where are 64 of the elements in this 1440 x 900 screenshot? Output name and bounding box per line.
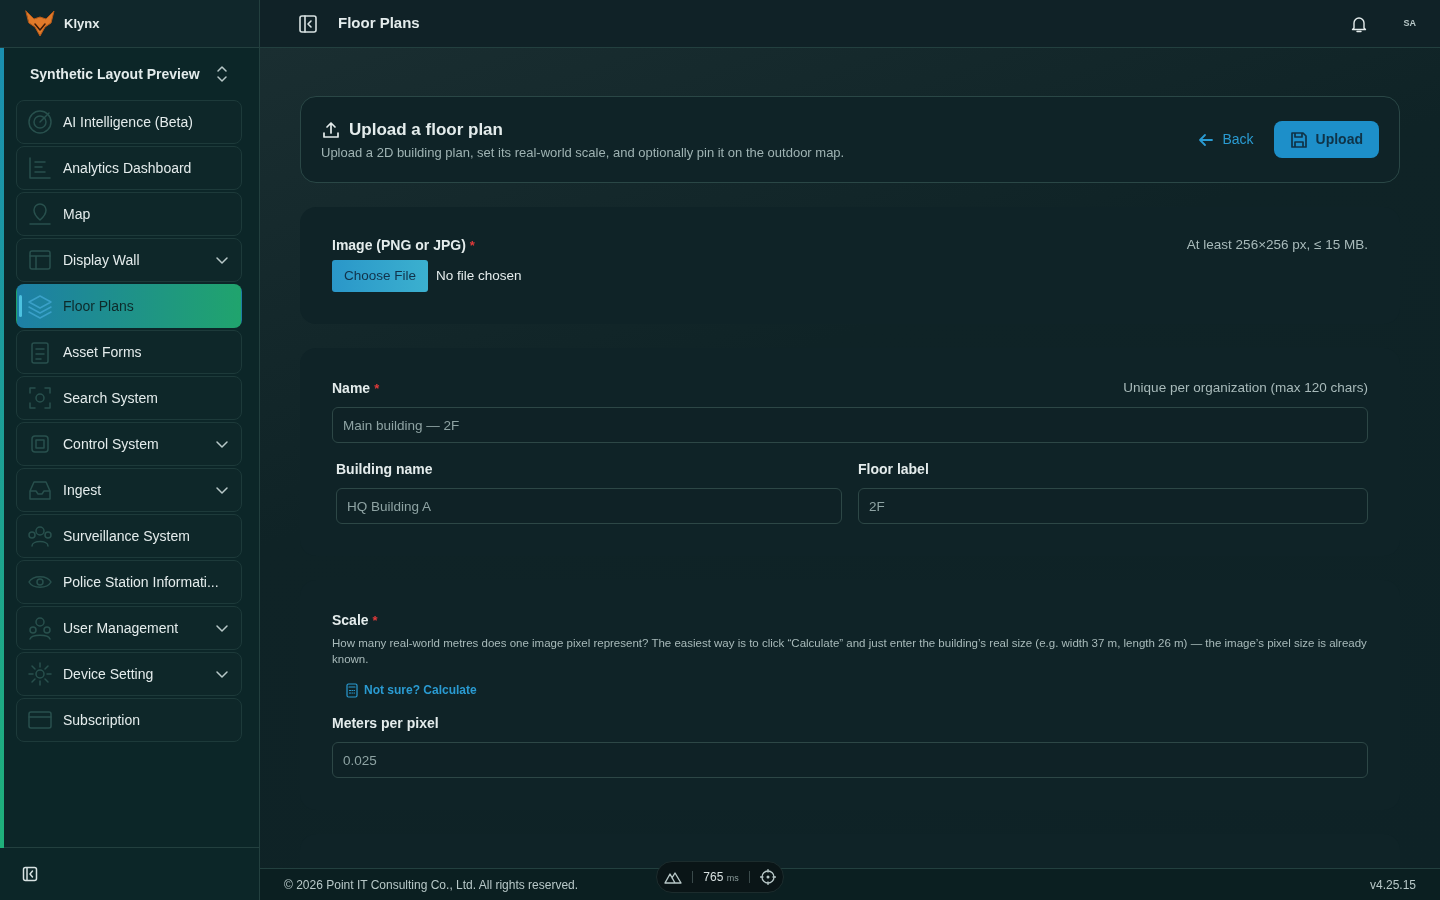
page-title: Floor Plans: [338, 13, 421, 34]
nav-icon: [27, 155, 53, 181]
field-label: Building name: [336, 460, 433, 480]
card-subtitle: Upload a 2D building plan, set its real-world scale, and optionally pin it on the outdoor map.: [321, 143, 846, 162]
nav-icon: [27, 615, 53, 641]
nav-icon: [27, 201, 53, 227]
help-text: How many real-world metres does one image pixel represent? The easiest way is to click “Calculate” and just enter the building’s real size (e.g. width 37 m, length 26 m) — the image’s pixel size is already known.: [332, 636, 1368, 668]
required-mark: *: [469, 236, 475, 255]
brand-name: Klynx: [64, 14, 100, 33]
card-title: Upload a floor plan: [349, 119, 503, 141]
field-label: Name: [332, 379, 371, 399]
user-avatar[interactable]: SA: [1403, 16, 1416, 31]
nav-icon: [27, 293, 53, 319]
nav-icon: [27, 109, 53, 135]
field-label: Image (PNG or JPG): [332, 236, 466, 255]
upload-button[interactable]: Upload: [1273, 121, 1379, 158]
collapse-sidebar-icon[interactable]: [22, 866, 38, 882]
sidebar-item[interactable]: Ingest: [16, 468, 242, 512]
sidebar-item[interactable]: Police Station Informati...: [16, 560, 242, 604]
calculate-link[interactable]: Not sure? Calculate: [332, 675, 491, 706]
field-label: Floor label: [858, 460, 929, 480]
sidebar-item[interactable]: Control System: [16, 422, 242, 466]
save-icon: [1289, 130, 1308, 149]
calculator-icon: [346, 682, 358, 698]
field-hint: Unique per organization (max 120 chars): [1123, 379, 1368, 398]
version-text: v4.25.15: [1369, 876, 1416, 894]
sidebar-item[interactable]: Surveillance System: [16, 514, 242, 558]
field-label: Meters per pixel: [332, 715, 439, 732]
chevron-updown-icon[interactable]: [215, 64, 229, 84]
name-field[interactable]: Main building — 2F: [332, 407, 1368, 444]
field-hint: At least 256×256 px, ≤ 15 MB.: [1186, 236, 1368, 254]
sidebar-item[interactable]: Subscription: [16, 698, 242, 742]
field-label: Scale: [332, 611, 369, 631]
copyright-text: © 2026 Point IT Consulting Co., Ltd. All rights reserved.: [284, 876, 579, 894]
fox-logo: [24, 8, 56, 39]
required-mark: *: [374, 380, 380, 398]
choose-file-button[interactable]: Choose File: [332, 260, 429, 293]
bell-icon[interactable]: [1351, 14, 1368, 33]
sidebar-item[interactable]: Device Setting: [16, 652, 242, 696]
sidebar-item[interactable]: Analytics Dashboard: [16, 146, 242, 190]
nav-icon: [27, 385, 53, 411]
sidebar-item[interactable]: Search System: [16, 376, 242, 420]
workspace-name: Synthetic Layout Preview: [30, 64, 200, 84]
required-mark: *: [372, 612, 378, 630]
building-name-field[interactable]: HQ Building A: [336, 488, 842, 525]
nav-icon: [27, 661, 53, 687]
meters-per-pixel-field[interactable]: 0.025: [332, 742, 1368, 779]
sidebar-item[interactable]: Map: [16, 192, 242, 236]
sidebar-item[interactable]: AI Intelligence (Beta): [16, 100, 242, 144]
sidebar-item[interactable]: Floor Plans: [16, 284, 242, 328]
collapse-sidebar-icon[interactable]: [298, 13, 318, 34]
sidebar-item[interactable]: User Management: [16, 606, 242, 650]
sidebar-item[interactable]: Display Wall: [16, 238, 242, 282]
file-status: No file chosen: [436, 267, 522, 285]
nav-icon: [27, 523, 53, 549]
floor-label-field[interactable]: 2F: [858, 488, 1368, 525]
nav-icon: [27, 247, 53, 273]
mountain-logo-icon: [664, 870, 683, 884]
latency-reading: 765 ms: [703, 869, 739, 886]
back-button[interactable]: Back: [1186, 123, 1266, 156]
arrow-left-icon: [1198, 131, 1215, 148]
crosshair-icon[interactable]: [759, 869, 776, 885]
upload-icon: [321, 119, 341, 140]
sidebar-item[interactable]: Asset Forms: [16, 330, 242, 374]
